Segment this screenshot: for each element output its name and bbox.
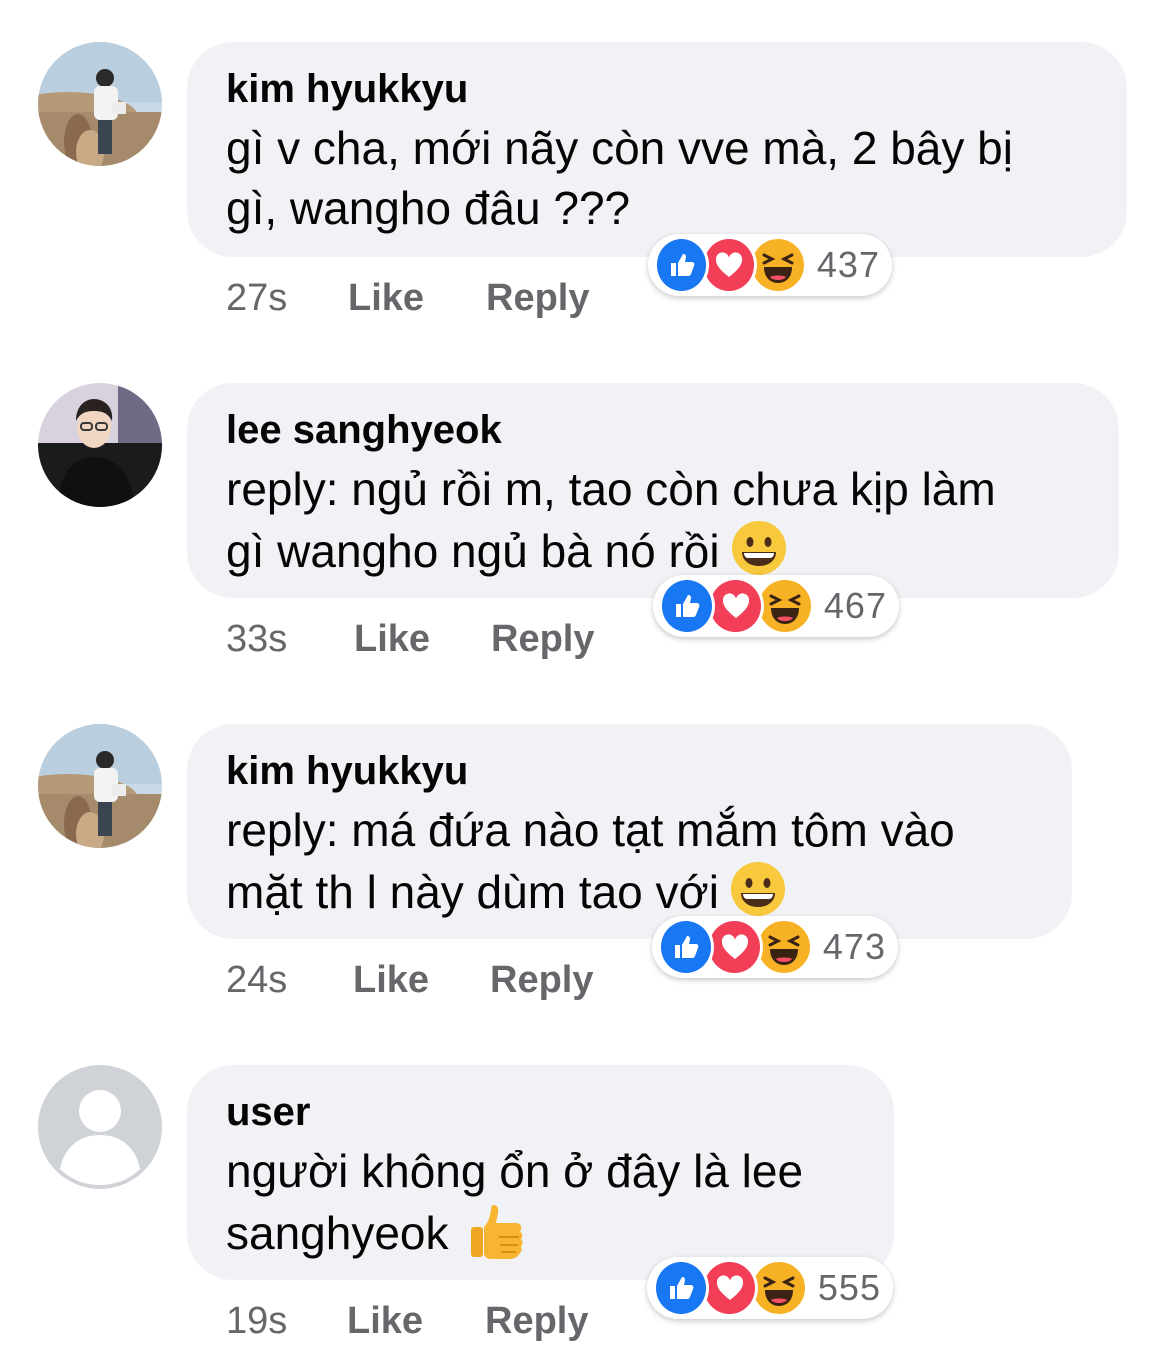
comment-text-line: reply: ngủ rồi m, tao còn chưa kịp làm — [226, 463, 996, 515]
comment-timestamp: 27s — [226, 277, 288, 319]
comment-bubble: kim hyukkyu reply: má đứa nào tạt mắm tô… — [187, 724, 1072, 939]
love-icon — [706, 918, 763, 976]
comment-text-line: gì, wangho đâu ??? — [226, 182, 631, 234]
love-icon — [701, 236, 757, 294]
reaction-count: 437 — [816, 244, 880, 285]
reaction-count: 555 — [817, 1267, 881, 1308]
haha-icon — [748, 236, 807, 294]
love-icon — [707, 577, 764, 635]
comment-author[interactable]: lee sanghyeok — [226, 405, 1079, 455]
like-button[interactable]: Like — [354, 617, 430, 661]
reaction-summary[interactable]: 555 — [647, 1257, 893, 1319]
comment-text: mặt th l này dùm tao với — [226, 866, 719, 918]
reaction-count: 467 — [823, 585, 887, 626]
comment-item: kim hyukkyu reply: má đứa nào tạt mắm tô… — [0, 682, 1170, 1012]
comment-text: gì wangho ngủ bà nó rồi — [226, 525, 720, 577]
comment-text-line: gì v cha, mới nãy còn vve mà, 2 bây bị — [226, 122, 1013, 174]
comment-timestamp: 24s — [226, 959, 288, 1001]
comment-bubble: user người không ổn ở đây là lee sanghye… — [187, 1065, 894, 1280]
like-icon — [654, 236, 710, 294]
like-icon — [653, 1259, 710, 1317]
comment-author[interactable]: kim hyukkyu — [226, 746, 1032, 796]
comment-text-line: reply: má đứa nào tạt mắm tôm vào — [226, 804, 955, 856]
reply-button[interactable]: Reply — [490, 958, 593, 1002]
comment-bubble: kim hyukkyu gì v cha, mới nãy còn vve mà… — [187, 42, 1127, 257]
comment-timestamp: 33s — [226, 618, 288, 660]
haha-icon — [755, 577, 814, 635]
comment-author[interactable]: kim hyukkyu — [226, 64, 1087, 114]
avatar[interactable] — [38, 724, 162, 848]
like-button[interactable]: Like — [353, 958, 429, 1002]
reaction-count: 473 — [822, 926, 886, 967]
reply-button[interactable]: Reply — [486, 276, 589, 320]
comment-text-line: mặt th l này dùm tao với — [226, 860, 1032, 932]
comment-timestamp: 19s — [226, 1300, 288, 1342]
thumbs-up-emoji — [465, 1201, 527, 1277]
reply-button[interactable]: Reply — [491, 617, 594, 661]
like-button[interactable]: Like — [348, 276, 424, 320]
comment-text: sanghyeok — [226, 1207, 449, 1259]
reaction-summary[interactable]: 467 — [653, 575, 899, 637]
comment-item: lee sanghyeok reply: ngủ rồi m, tao còn … — [0, 341, 1170, 671]
love-icon — [701, 1259, 758, 1317]
avatar[interactable] — [38, 42, 162, 166]
comment-bubble: lee sanghyeok reply: ngủ rồi m, tao còn … — [187, 383, 1119, 598]
comment-item: user người không ổn ở đây là lee sanghye… — [0, 1023, 1170, 1353]
reaction-summary[interactable]: 473 — [652, 916, 898, 978]
haha-icon — [754, 918, 813, 976]
haha-icon — [749, 1259, 808, 1317]
like-icon — [659, 577, 716, 635]
reaction-summary[interactable]: 437 — [648, 234, 892, 296]
comment-text-line: người không ổn ở đây là lee — [226, 1145, 804, 1197]
comment-author[interactable]: user — [226, 1087, 854, 1137]
reply-button[interactable]: Reply — [485, 1299, 588, 1343]
like-icon — [658, 918, 715, 976]
comment-text-line: gì wangho ngủ bà nó rồi — [226, 519, 1079, 591]
avatar[interactable] — [38, 383, 162, 507]
like-button[interactable]: Like — [347, 1299, 423, 1343]
avatar[interactable] — [38, 1065, 162, 1189]
comment-item: kim hyukkyu gì v cha, mới nãy còn vve mà… — [0, 0, 1170, 330]
